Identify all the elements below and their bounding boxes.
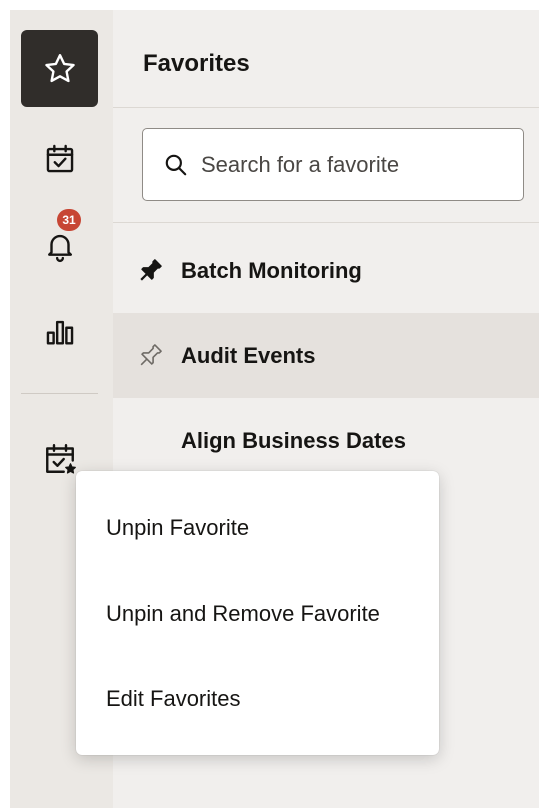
favorite-label: Align Business Dates	[181, 427, 406, 453]
bell-icon	[43, 229, 77, 263]
favorite-label: Batch Monitoring	[181, 257, 362, 283]
rail-notifications-button[interactable]: 31	[21, 204, 98, 281]
rail-divider	[21, 393, 98, 394]
menu-item-unpin-and-remove-favorite[interactable]: Unpin and Remove Favorite	[106, 601, 380, 627]
favorite-context-menu: Unpin Favorite Unpin and Remove Favorite…	[76, 471, 439, 755]
favorite-label: Audit Events	[181, 342, 316, 368]
notification-count-badge: 31	[57, 209, 81, 231]
pin-filled-icon[interactable]	[135, 256, 175, 286]
bar-chart-icon	[43, 315, 77, 349]
rail-favorites-button[interactable]	[21, 30, 98, 107]
search-input[interactable]	[201, 151, 501, 178]
menu-item-unpin-favorite[interactable]: Unpin Favorite	[106, 515, 249, 541]
favorite-item-batch-monitoring[interactable]: Batch Monitoring	[113, 228, 539, 313]
calendar-check-icon	[43, 142, 77, 176]
panel-title: Favorites	[143, 50, 250, 77]
menu-item-edit-favorites[interactable]: Edit Favorites	[106, 686, 241, 712]
pin-outline-icon[interactable]	[135, 341, 175, 371]
search-icon	[163, 152, 189, 178]
calendar-star-icon	[42, 441, 78, 477]
search-field[interactable]	[142, 128, 524, 201]
rail-tasks-button[interactable]	[21, 120, 98, 197]
list-divider	[113, 222, 539, 223]
header-divider	[113, 107, 539, 108]
star-icon	[42, 51, 78, 87]
favorite-item-audit-events[interactable]: Audit Events	[113, 313, 539, 398]
rail-analytics-button[interactable]	[21, 293, 98, 370]
